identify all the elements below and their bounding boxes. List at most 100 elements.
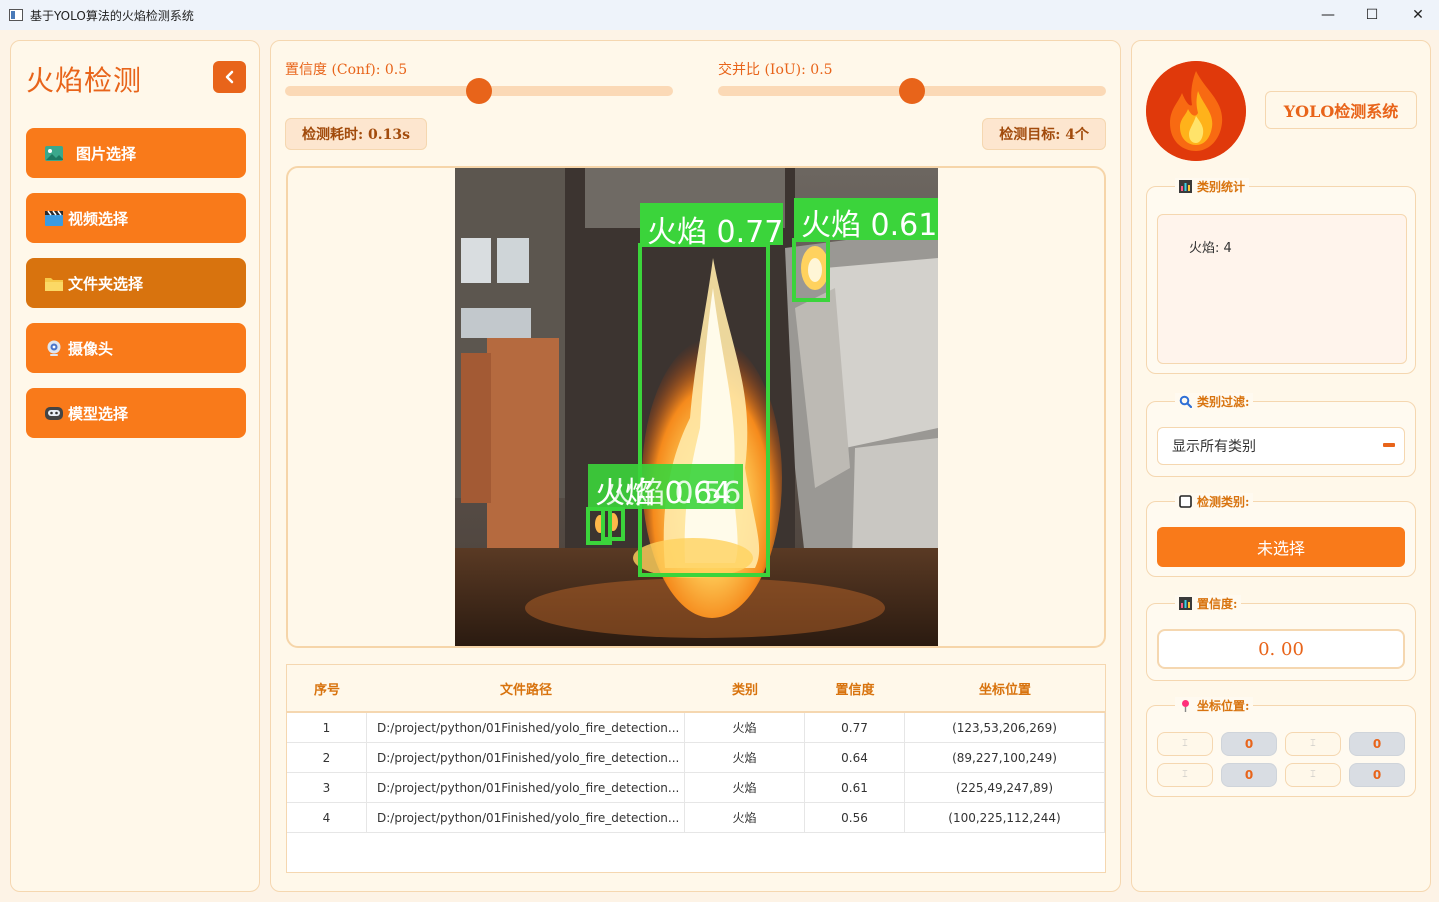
fire-logo-icon: [1146, 61, 1246, 161]
bar-chart-icon: [1179, 597, 1192, 610]
maximize-button[interactable]: ☐: [1349, 0, 1395, 30]
collapse-sidebar-button[interactable]: [213, 61, 246, 93]
model-icon: [44, 404, 64, 422]
pushpin-icon: [1179, 699, 1192, 712]
table-row[interactable]: 1 D:/project/python/01Finished/yolo_fire…: [287, 713, 1105, 743]
app-window-icon: [9, 9, 23, 21]
bar-chart-icon: [1179, 180, 1192, 193]
detected-class-button[interactable]: 未选择: [1157, 527, 1405, 567]
table-row[interactable]: 3 D:/project/python/01Finished/yolo_fire…: [287, 773, 1105, 803]
cell-path: D:/project/python/01Finished/yolo_fire_d…: [367, 803, 685, 832]
cell-confidence: 0.77: [805, 713, 905, 742]
cell-coords: (225,49,247,89): [905, 773, 1105, 802]
detected-class-group: 检测类别: 未选择: [1146, 493, 1416, 577]
class-stats-text: 火焰: 4: [1157, 214, 1407, 364]
chevron-left-icon: [225, 70, 233, 84]
xmin-value: 0: [1221, 732, 1277, 756]
image-display: 火焰 0.77 火焰 0.61 火焰 0.64 火焰 0.56: [286, 166, 1106, 648]
detection-label: 火焰 0.56: [605, 476, 741, 511]
app-heading: 火焰检测: [26, 64, 143, 97]
cell-index: 3: [287, 773, 367, 802]
close-button[interactable]: ✕: [1395, 0, 1439, 30]
coordinates-title: 坐标位置:: [1197, 699, 1250, 713]
cell-confidence: 0.64: [805, 743, 905, 772]
folder-select-button[interactable]: 文件夹选择: [26, 258, 246, 308]
window-title: 基于YOLO算法的火焰检测系统: [30, 8, 194, 23]
sidebar: 火焰检测 图片选择 视频选择 文件夹选择 摄像头 模型选择: [10, 40, 260, 892]
ymax-label: ⌶: [1285, 763, 1341, 787]
cell-coords: (100,225,112,244): [905, 803, 1105, 832]
checkbox-icon: [1179, 495, 1192, 508]
search-icon: [1179, 395, 1192, 408]
image-icon: [44, 144, 64, 162]
class-filter-group: 类别过滤: 显示所有类别: [1146, 393, 1416, 477]
column-header: 文件路径: [499, 682, 552, 698]
folder-select-label: 文件夹选择: [68, 274, 144, 293]
conf-slider-label: 置信度 (Conf): 0.5: [285, 62, 408, 78]
confidence-value: 0. 00: [1157, 629, 1405, 669]
model-select-label: 模型选择: [68, 404, 129, 423]
cell-index: 4: [287, 803, 367, 832]
cell-coords: (89,227,100,249): [905, 743, 1105, 772]
cell-class: 火焰: [685, 773, 805, 802]
detected-class-title: 检测类别:: [1197, 495, 1250, 509]
system-title: YOLO检测系统: [1265, 91, 1417, 129]
column-header: 序号: [313, 682, 340, 698]
detection-count-badge: 检测目标: 4个: [982, 118, 1106, 150]
dropdown-arrow-icon: [1383, 443, 1395, 447]
ymax-value: 0: [1349, 763, 1405, 787]
video-select-label: 视频选择: [68, 209, 129, 228]
class-filter-title: 类别过滤:: [1197, 395, 1250, 409]
main-panel: 置信度 (Conf): 0.5 交并比 (IoU): 0.5 检测耗时: 0.1…: [270, 40, 1121, 892]
cell-class: 火焰: [685, 743, 805, 772]
image-select-label: 图片选择: [76, 144, 137, 163]
close-icon: ✕: [1412, 7, 1424, 23]
maximize-icon: ☐: [1365, 7, 1379, 23]
detection-image: 火焰 0.77 火焰 0.61 火焰 0.64 火焰 0.56: [455, 168, 938, 646]
cell-class: 火焰: [685, 803, 805, 832]
column-header: 置信度: [835, 682, 875, 698]
confidence-title: 置信度:: [1197, 597, 1238, 611]
ymin-value: 0: [1349, 732, 1405, 756]
conf-slider-handle[interactable]: [466, 78, 492, 104]
title-bar: 基于YOLO算法的火焰检测系统 — ☐ ✕: [0, 0, 1439, 30]
model-select-button[interactable]: 模型选择: [26, 388, 246, 438]
minimize-button[interactable]: —: [1305, 0, 1351, 30]
cell-index: 2: [287, 743, 367, 772]
cell-class: 火焰: [685, 713, 805, 742]
xmin-label: ⌶: [1157, 732, 1213, 756]
cell-confidence: 0.56: [805, 803, 905, 832]
results-table: 序号 文件路径 类别 置信度 坐标位置 1 D:/project/python/…: [286, 664, 1106, 873]
class-stats-group: 类别统计 火焰: 4: [1146, 178, 1416, 374]
table-header: 序号 文件路径 类别 置信度 坐标位置: [287, 665, 1105, 713]
cell-coords: (123,53,206,269): [905, 713, 1105, 742]
webcam-button[interactable]: 摄像头: [26, 323, 246, 373]
cell-index: 1: [287, 713, 367, 742]
webcam-label: 摄像头: [68, 339, 114, 358]
ymin-label: ⌶: [1285, 732, 1341, 756]
cell-path: D:/project/python/01Finished/yolo_fire_d…: [367, 773, 685, 802]
video-select-button[interactable]: 视频选择: [26, 193, 246, 243]
detection-time-badge: 检测耗时: 0.13s: [285, 118, 428, 150]
info-panel: YOLO检测系统 类别统计 火焰: 4 类别过滤: 显示所有类别 检测类别: 未…: [1131, 40, 1431, 892]
column-header: 坐标位置: [978, 682, 1031, 698]
xmax-label: ⌶: [1157, 763, 1213, 787]
iou-slider-handle[interactable]: [899, 78, 925, 104]
clapperboard-icon: [44, 209, 64, 227]
class-filter-select[interactable]: 显示所有类别: [1157, 427, 1405, 465]
class-filter-value: 显示所有类别: [1172, 439, 1256, 455]
class-stats-title: 类别统计: [1197, 180, 1246, 194]
detection-label: 火焰 0.61: [801, 208, 937, 243]
cell-path: D:/project/python/01Finished/yolo_fire_d…: [367, 743, 685, 772]
table-row[interactable]: 2 D:/project/python/01Finished/yolo_fire…: [287, 743, 1105, 773]
webcam-icon: [44, 339, 64, 357]
table-row[interactable]: 4 D:/project/python/01Finished/yolo_fire…: [287, 803, 1105, 833]
xmax-value: 0: [1221, 763, 1277, 787]
coordinates-group: 坐标位置: ⌶ 0 ⌶ 0 ⌶ 0 ⌶ 0: [1146, 697, 1416, 797]
folder-icon: [44, 274, 64, 292]
minimize-icon: —: [1321, 7, 1335, 23]
image-select-button[interactable]: 图片选择: [26, 128, 246, 178]
cell-path: D:/project/python/01Finished/yolo_fire_d…: [367, 713, 685, 742]
column-header: 类别: [731, 682, 758, 698]
iou-slider-label: 交并比 (IoU): 0.5: [718, 62, 833, 78]
